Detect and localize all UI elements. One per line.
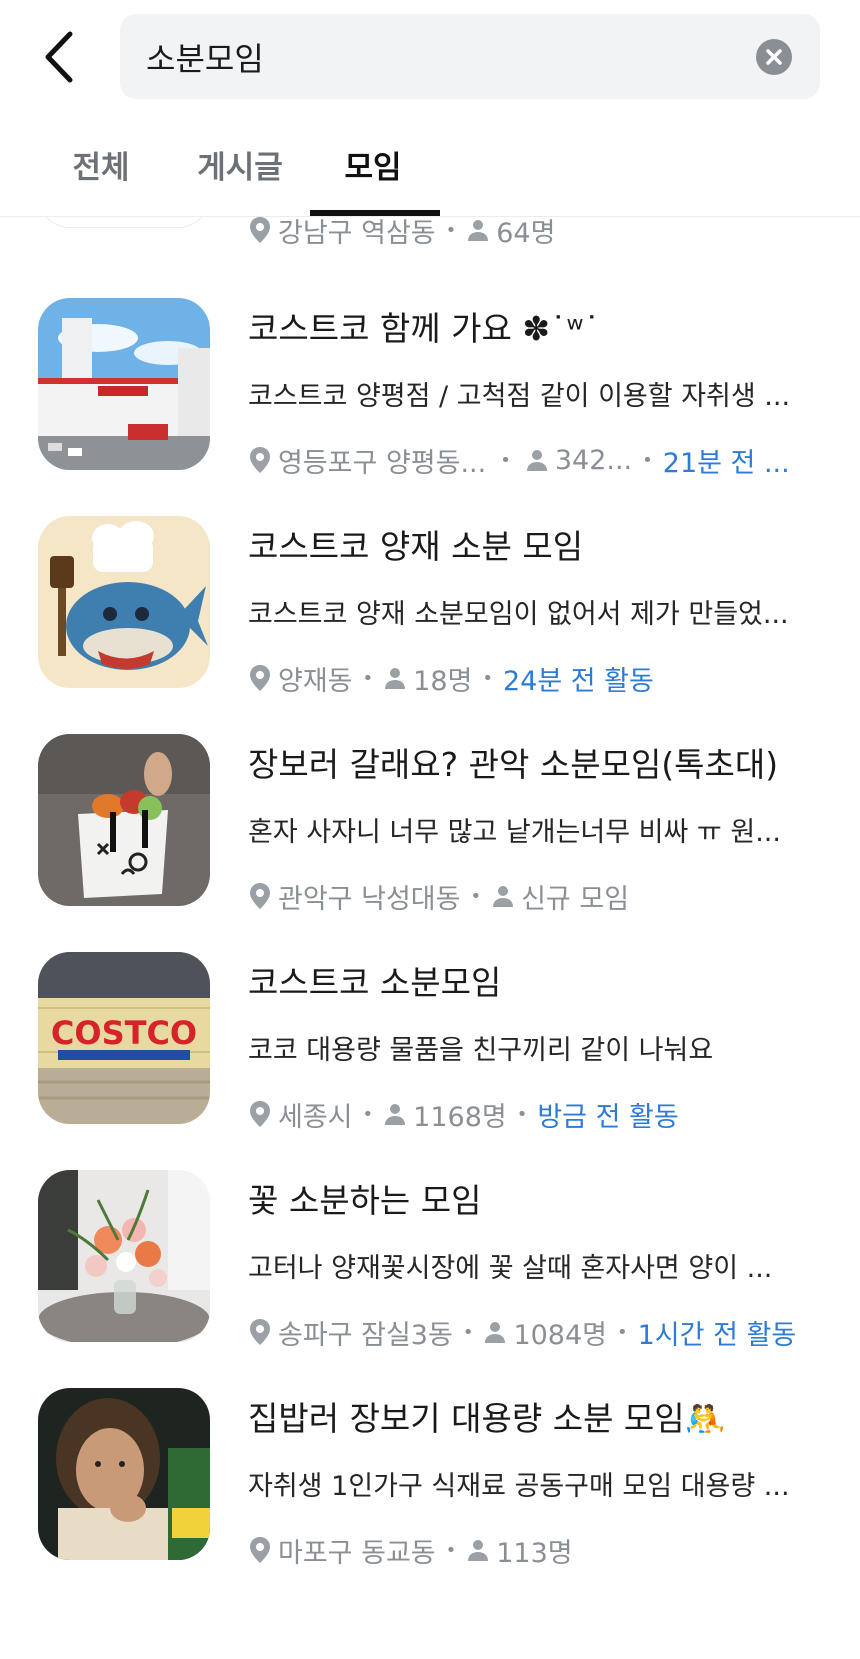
- tab-all[interactable]: 전체: [64, 146, 138, 216]
- separator-dot: •: [362, 1103, 374, 1125]
- group-activity: 24분 전 활동: [502, 665, 654, 697]
- group-title: 코스트코 양재 소분 모임: [248, 527, 584, 566]
- group-location: 송파구 잠실3동: [278, 1319, 453, 1351]
- group-members: 113명: [496, 1537, 573, 1569]
- close-icon: [766, 49, 782, 65]
- group-title: 집밥러 장보기 대용량 소분 모임🤼: [248, 1399, 726, 1438]
- location-pin-icon: [250, 665, 270, 691]
- back-button[interactable]: [40, 28, 80, 86]
- location-pin-icon: [250, 447, 270, 473]
- group-location: 세종시: [278, 1101, 353, 1133]
- person-icon: [385, 668, 406, 689]
- group-description: 코코 대용량 물품을 친구끼리 같이 나눠요: [248, 1035, 714, 1066]
- group-title: 코스트코 함께 가요 ✽˙ʷ˙: [248, 309, 600, 348]
- search-input[interactable]: [146, 14, 736, 99]
- group-title: 장보러 갈래요? 관악 소분모임(톡초대): [248, 745, 779, 784]
- group-description: 혼자 사자니 너무 많고 낱개는너무 비싸 ㅠ 원...: [248, 817, 781, 848]
- grocery-bag-image: [38, 734, 210, 906]
- group-meta: 관악구 낙성대동 • 신규 모임: [248, 876, 629, 916]
- costco-building-image: [38, 298, 210, 470]
- list-item[interactable]: 코스트코 양재 소분 모임 코스트코 양재 소분모임이 없어서 제가 만들었..…: [0, 516, 860, 716]
- group-location: 양재동: [278, 665, 353, 697]
- group-activity: 방금 전 활동: [537, 1101, 679, 1133]
- group-members: 1084명: [513, 1319, 607, 1351]
- separator-dot: •: [642, 449, 653, 471]
- group-title: 꽃 소분하는 모임: [248, 1181, 482, 1220]
- group-meta: 송파구 잠실3동 • 1084명 • 1시간 전 활동: [248, 1312, 796, 1352]
- group-meta: 양재동 • 18명 • 24분 전 활동: [248, 658, 654, 698]
- group-meta: 세종시 • 1168명 • 방금 전 활동: [248, 1094, 679, 1134]
- list-item[interactable]: COSTCO 코스트코 소분모임 코코 대용량 물품을 친구끼리 같이 나눠요 …: [0, 952, 860, 1152]
- location-pin-icon: [250, 1319, 270, 1345]
- costco-logo: COSTCO: [51, 1014, 197, 1052]
- group-location: 영등포구 양평동...: [278, 447, 487, 479]
- person-icon: [493, 886, 514, 907]
- group-thumbnail: [38, 1170, 210, 1342]
- person-icon: [468, 1540, 489, 1561]
- separator-dot: •: [445, 1539, 457, 1561]
- location-pin-icon: [250, 1101, 270, 1127]
- separator-dot: •: [362, 667, 374, 689]
- list-item[interactable]: 코스트코 함께 가요 ✽˙ʷ˙ 코스트코 양평점 / 고척점 같이 이용할 자취…: [0, 298, 860, 498]
- chevron-left-icon: [45, 31, 73, 83]
- flower-vase-image: [38, 1170, 210, 1342]
- costco-sign-image: COSTCO: [38, 952, 210, 1124]
- search-bar: [120, 14, 820, 99]
- group-members: 342...: [554, 444, 633, 476]
- tab-bar: 전체 게시글 모임: [0, 120, 860, 217]
- group-thumbnail: [38, 516, 210, 688]
- group-thumbnail: [38, 734, 210, 906]
- person-icon: [485, 1322, 506, 1343]
- group-description: 코스트코 양평점 / 고척점 같이 이용할 자취생 ...: [248, 381, 791, 412]
- group-location: 마포구 동교동: [278, 1537, 436, 1569]
- location-pin-icon: [250, 1537, 270, 1563]
- separator-dot: •: [462, 1321, 474, 1343]
- tab-groups[interactable]: 모임: [336, 146, 410, 216]
- person-icon: [385, 1104, 406, 1125]
- group-activity: 1시간 전 활동: [637, 1319, 797, 1351]
- separator-dot: •: [470, 885, 482, 907]
- group-location: 관악구 낙성대동: [278, 883, 461, 915]
- location-pin-icon: [250, 217, 270, 243]
- separator-dot: •: [445, 219, 457, 241]
- group-description: 자취생 1인가구 식재료 공동구매 모임 대용량 ...: [248, 1471, 790, 1502]
- separator-dot: •: [516, 1103, 528, 1125]
- person-photo-image: [38, 1388, 210, 1560]
- group-members: 1168명: [413, 1101, 507, 1133]
- group-meta: 마포구 동교동 • 113명: [248, 1530, 573, 1570]
- group-meta: 영등포구 양평동... • 342... • 21분 전 ...: [248, 440, 790, 480]
- search-header: [0, 0, 860, 120]
- list-item[interactable]: 집밥러 장보기 대용량 소분 모임🤼 자취생 1인가구 식재료 공동구매 모임 …: [0, 1388, 860, 1588]
- list-item[interactable]: 장보러 갈래요? 관악 소분모임(톡초대) 혼자 사자니 너무 많고 낱개는너무…: [0, 734, 860, 934]
- group-activity: 21분 전 ...: [662, 447, 790, 479]
- separator-dot: •: [482, 667, 493, 689]
- clear-search-button[interactable]: [756, 39, 792, 75]
- list-item[interactable]: 꽃 소분하는 모임 고터나 양재꽃시장에 꽃 살때 혼자사면 양이 ... 송파…: [0, 1170, 860, 1370]
- active-tab-indicator: [310, 210, 440, 216]
- group-title: 코스트코 소분모임: [248, 963, 502, 1002]
- group-members: 신규 모임: [521, 883, 630, 915]
- separator-dot: •: [617, 1321, 628, 1343]
- group-thumbnail: [38, 1388, 210, 1560]
- group-thumbnail: [38, 298, 210, 470]
- group-description: 고터나 양재꽃시장에 꽃 살때 혼자사면 양이 ...: [248, 1253, 773, 1284]
- person-icon: [468, 220, 489, 241]
- person-icon: [526, 450, 547, 471]
- tab-posts[interactable]: 게시글: [190, 146, 290, 216]
- group-thumbnail: COSTCO: [38, 952, 210, 1124]
- group-description: 코스트코 양재 소분모임이 없어서 제가 만들었...: [248, 599, 789, 630]
- group-members: 18명: [413, 665, 473, 697]
- whale-chef-image: [38, 516, 210, 688]
- separator-dot: •: [500, 449, 511, 471]
- location-pin-icon: [250, 883, 270, 909]
